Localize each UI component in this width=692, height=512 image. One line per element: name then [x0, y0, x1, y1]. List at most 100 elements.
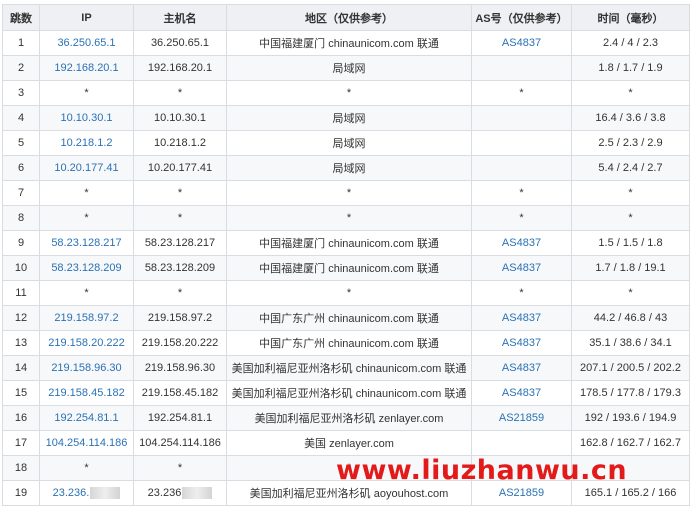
- hostname-cell-text: 23.236: [147, 486, 182, 499]
- ip-cell-text: *: [84, 187, 89, 199]
- as-cell: AS4837: [471, 305, 572, 331]
- table-row: 17 104.254.114.186 104.254.114.186 美国 zenla…: [2, 430, 690, 456]
- as-cell-link[interactable]: AS21859: [499, 412, 544, 424]
- hop-cell-text: 6: [17, 162, 25, 174]
- as-cell: *: [471, 205, 572, 231]
- ip-cell-link[interactable]: 10.10.30.1: [61, 112, 113, 124]
- ip-cell-link[interactable]: 36.250.65.1: [57, 37, 115, 49]
- region-cell: 局域网: [226, 55, 472, 81]
- as-cell-link[interactable]: AS4837: [502, 262, 541, 274]
- as-cell-text: *: [519, 212, 524, 224]
- as-cell: *: [471, 280, 572, 306]
- region-cell: 局域网: [226, 130, 472, 156]
- hop-cell: 13: [2, 330, 40, 356]
- ip-cell-link[interactable]: 192.254.81.1: [54, 412, 118, 424]
- time-cell: 2.4 / 4 / 2.3: [571, 30, 690, 56]
- time-cell-text: 44.2 / 46.8 / 43: [593, 312, 668, 324]
- ip-cell-link[interactable]: 23.236.: [53, 487, 90, 499]
- as-cell: *: [471, 80, 572, 106]
- region-cell-text: 局域网: [332, 138, 366, 150]
- hostname-cell-text: 10.10.30.1: [154, 112, 206, 124]
- hostname-cell: 219.158.20.222: [133, 330, 227, 356]
- time-cell: 44.2 / 46.8 / 43: [571, 305, 690, 331]
- hop-cell: 7: [2, 180, 40, 206]
- hostname-cell-text: 104.254.114.186: [139, 437, 221, 449]
- hostname-cell: 192.254.81.1: [133, 405, 227, 431]
- as-cell-link[interactable]: AS4837: [502, 312, 541, 324]
- as-cell: AS4837: [471, 330, 572, 356]
- ip-cell-link[interactable]: 104.254.114.186: [46, 437, 128, 449]
- ip-cell: 58.23.128.217: [39, 230, 134, 256]
- region-cell-text: *: [346, 212, 352, 224]
- ip-cell: 219.158.97.2: [39, 305, 134, 331]
- region-cell-text: 局域网: [332, 163, 366, 175]
- as-cell-link[interactable]: AS4837: [502, 37, 541, 49]
- time-cell-text: 1.5 / 1.5 / 1.8: [598, 237, 663, 249]
- as-cell-link[interactable]: AS21859: [499, 487, 544, 499]
- time-cell-text: 178.5 / 177.8 / 179.3: [580, 387, 681, 399]
- ip-cell: 192.168.20.1: [39, 55, 134, 81]
- as-cell-link[interactable]: AS4837: [502, 337, 541, 349]
- ip-cell-link[interactable]: 58.23.128.217: [51, 237, 121, 249]
- column-header-hop: 跳数: [2, 4, 40, 31]
- hostname-cell: 10.20.177.41: [133, 155, 227, 181]
- ip-cell: *: [39, 80, 134, 106]
- region-cell-text: *: [346, 287, 352, 299]
- hostname-cell: 23.236: [133, 480, 227, 506]
- as-cell-link[interactable]: AS4837: [502, 387, 541, 399]
- as-cell-link[interactable]: AS4837: [502, 362, 541, 374]
- ip-cell-link[interactable]: 219.158.97.2: [54, 312, 118, 324]
- hostname-cell-text: *: [177, 87, 183, 99]
- as-cell: AS4837: [471, 255, 572, 281]
- as-cell: [471, 55, 572, 81]
- ip-cell-link[interactable]: 10.20.177.41: [54, 162, 118, 174]
- hostname-cell: 10.10.30.1: [133, 105, 227, 131]
- time-cell: *: [571, 205, 690, 231]
- ip-cell: 36.250.65.1: [39, 30, 134, 56]
- hostname-cell: 104.254.114.186: [133, 430, 227, 456]
- as-cell: [471, 430, 572, 456]
- column-header-hostname: 主机名: [133, 4, 227, 31]
- watermark-text: www.liuzhanwu.cn: [336, 455, 628, 486]
- ip-cell-link[interactable]: 219.158.45.182: [48, 387, 124, 399]
- ip-cell-link[interactable]: 219.158.96.30: [51, 362, 121, 374]
- hostname-cell-text: 10.218.1.2: [154, 137, 206, 149]
- region-cell: 局域网: [226, 105, 472, 131]
- column-header-time: 时间（毫秒）: [571, 4, 690, 31]
- hop-cell: 1: [2, 30, 40, 56]
- as-cell-link[interactable]: AS4837: [502, 237, 541, 249]
- time-cell: 1.5 / 1.5 / 1.8: [571, 230, 690, 256]
- region-cell-text: 中国福建厦门 chinaunicom.com 联通: [259, 263, 439, 275]
- region-cell-text: *: [346, 187, 352, 199]
- as-cell: AS4837: [471, 355, 572, 381]
- time-cell: *: [571, 180, 690, 206]
- hop-cell-text: 3: [17, 87, 25, 99]
- ip-cell: *: [39, 180, 134, 206]
- hop-cell-text: 16: [14, 412, 28, 424]
- hostname-cell-text: 58.23.128.209: [144, 262, 216, 274]
- ip-cell: 192.254.81.1: [39, 405, 134, 431]
- region-cell: 中国福建厦门 chinaunicom.com 联通: [226, 230, 472, 256]
- hop-cell-text: 5: [17, 137, 25, 149]
- hostname-cell-text: 192.168.20.1: [147, 62, 213, 74]
- table-row: 11 * * * * *: [2, 280, 690, 306]
- ip-cell-link[interactable]: 219.158.20.222: [48, 337, 124, 349]
- hop-cell: 5: [2, 130, 40, 156]
- redaction-mask: [182, 487, 213, 500]
- time-cell: 1.8 / 1.7 / 1.9: [571, 55, 690, 81]
- as-cell-text: *: [519, 187, 524, 199]
- hop-cell-text: 7: [17, 187, 25, 199]
- region-cell: 美国 zenlayer.com: [226, 430, 472, 456]
- ip-cell-link[interactable]: 10.218.1.2: [61, 137, 113, 149]
- ip-cell: 58.23.128.209: [39, 255, 134, 281]
- hop-cell-text: 19: [14, 487, 28, 499]
- time-cell: 16.4 / 3.6 / 3.8: [571, 105, 690, 131]
- hostname-cell: *: [133, 180, 227, 206]
- ip-cell: *: [39, 280, 134, 306]
- hostname-cell: 219.158.97.2: [133, 305, 227, 331]
- hostname-cell: 192.168.20.1: [133, 55, 227, 81]
- hostname-cell: *: [133, 80, 227, 106]
- ip-cell-link[interactable]: 192.168.20.1: [54, 62, 118, 74]
- ip-cell-link[interactable]: 58.23.128.209: [51, 262, 121, 274]
- as-cell: AS21859: [471, 405, 572, 431]
